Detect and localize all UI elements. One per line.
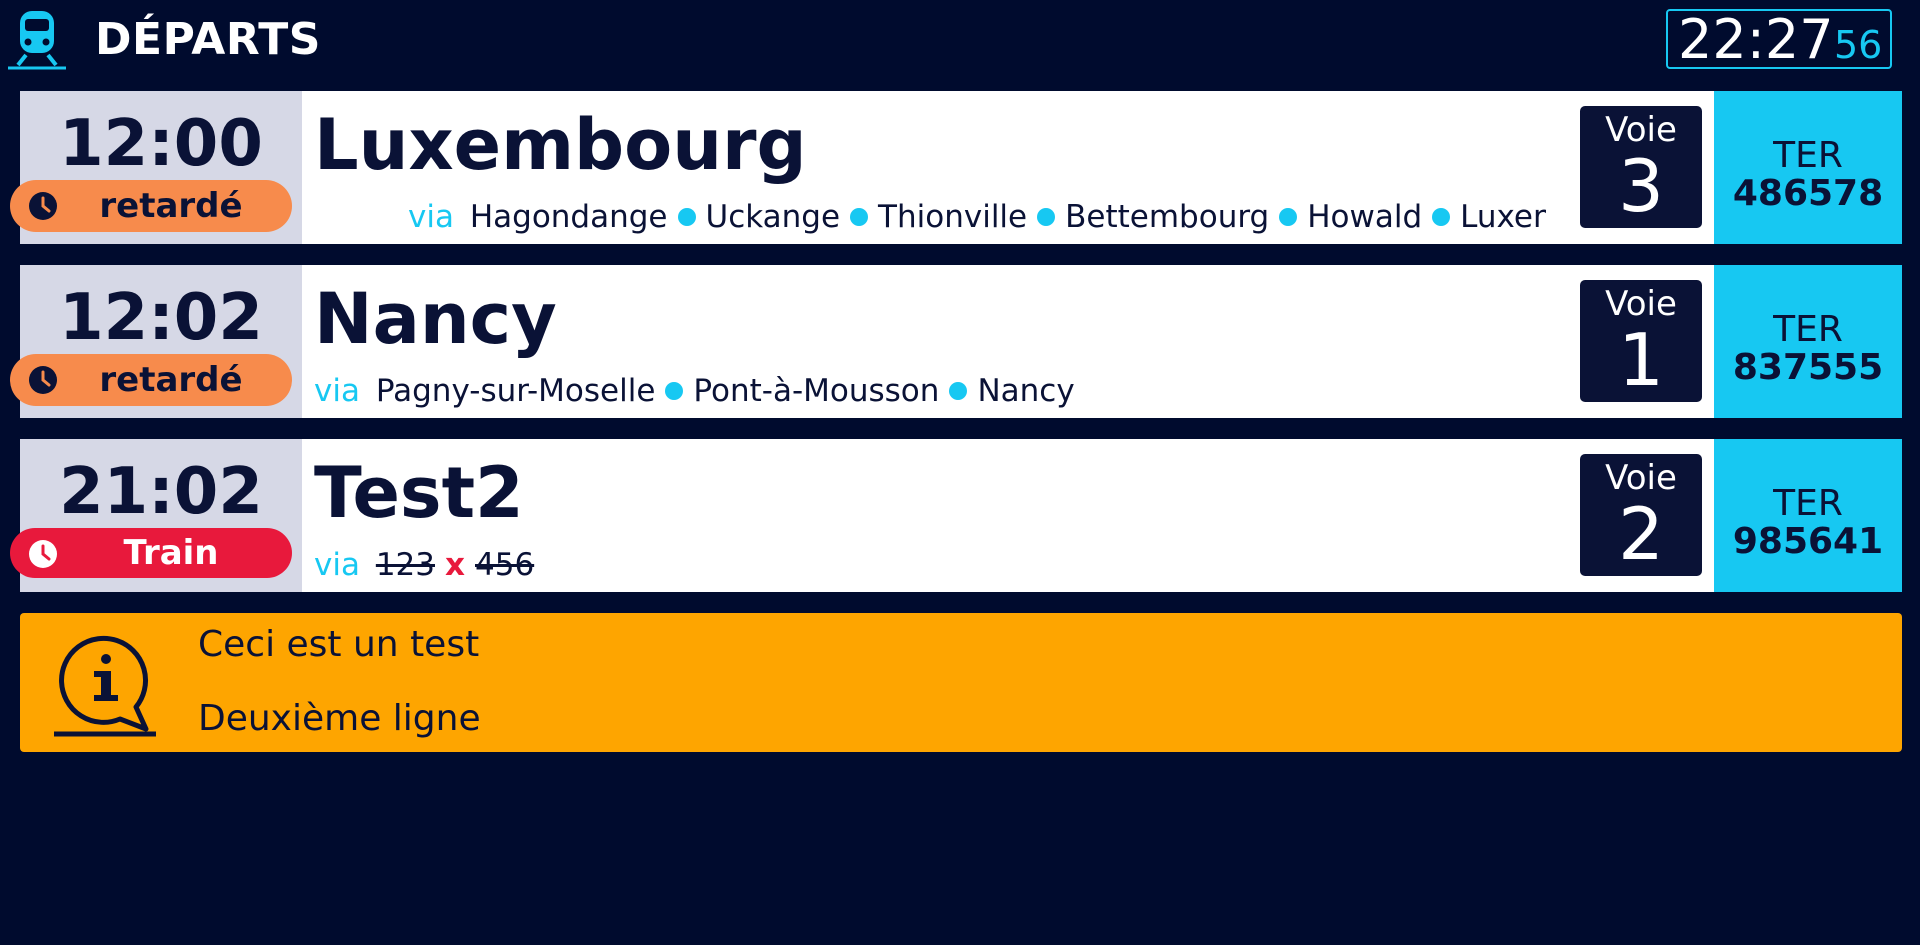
stop-name: Hagondange <box>469 199 668 235</box>
clock: 22:27 56 <box>1666 9 1892 69</box>
departure-row: 12:02 retardé Nancy via Pagny-sur-Mosell… <box>10 265 1902 418</box>
stop-name: Howald <box>1307 199 1423 235</box>
departure-time-cell: 12:00 retardé <box>10 91 302 244</box>
via-label: via <box>314 547 360 583</box>
train-type: TER <box>1773 309 1843 350</box>
train-type: TER <box>1773 483 1843 524</box>
train-number: 837555 <box>1732 347 1884 388</box>
stop-dot-icon <box>949 382 968 400</box>
departure-time: 12:02 <box>59 281 263 355</box>
clock-seconds: 56 <box>1834 23 1883 67</box>
via-stops: via Pagny-sur-Moselle Pont-à-Mousson Nancy <box>314 371 1544 413</box>
stop-name: Luxem <box>1460 199 1546 235</box>
departure-time-cell: 21:02 Train <box>10 439 302 592</box>
status-text: Train <box>123 533 219 573</box>
stop-name: Bettembourg <box>1065 199 1270 235</box>
via-label: via <box>408 199 454 235</box>
stop-dot-icon <box>1432 208 1451 226</box>
status-badge: Train <box>10 528 292 578</box>
departure-row: 21:02 Train Test2 via 123 x 456 Voie 2 TER… <box>10 439 1902 592</box>
cancelled-stop: 123 <box>375 547 435 583</box>
platform-box: Voie 1 <box>1580 280 1702 402</box>
clock-icon <box>29 192 57 220</box>
departures-list: 12:00 retardé Luxembourg via Hagondange U… <box>10 91 1902 613</box>
stop-dot-icon <box>1037 208 1056 226</box>
clock-icon <box>29 540 57 568</box>
departure-row: 12:00 retardé Luxembourg via Hagondange U… <box>10 91 1902 244</box>
stop-dot-icon <box>677 208 696 226</box>
status-text: retardé <box>99 186 243 226</box>
stop-dot-icon <box>850 208 869 226</box>
train-info: TER 985641 <box>1714 439 1902 592</box>
train-number: 985641 <box>1732 521 1884 562</box>
header: DÉPARTS 22:27 56 <box>0 0 1920 80</box>
status-badge: retardé <box>10 180 292 232</box>
destination: Nancy <box>314 278 557 360</box>
via-label: via <box>314 373 360 409</box>
stop-name: Nancy <box>977 373 1075 409</box>
train-info: TER 486578 <box>1714 91 1902 244</box>
platform-number: 1 <box>1618 318 1664 402</box>
destination: Test2 <box>314 452 524 534</box>
clock-icon <box>29 366 57 394</box>
destination: Luxembourg <box>314 104 807 186</box>
stop-name: Pagny-sur-Moselle <box>375 373 656 409</box>
status-badge: retardé <box>10 354 292 406</box>
stop-dot-icon <box>665 382 684 400</box>
platform-number: 2 <box>1618 492 1664 576</box>
train-icon <box>8 11 66 70</box>
via-stops: via 123 x 456 <box>314 545 1544 587</box>
platform-box: Voie 3 <box>1580 106 1702 228</box>
departure-time-cell: 12:02 retardé <box>10 265 302 418</box>
via-stops: via Hagondange Uckange Thionville Bettembou… <box>408 197 1546 239</box>
departure-time: 12:00 <box>59 107 263 181</box>
platform-number: 3 <box>1618 144 1664 228</box>
cancelled-stop: 456 <box>475 547 535 583</box>
stop-name: Thionville <box>878 199 1028 235</box>
stop-name: Uckange <box>705 199 841 235</box>
info-message-line: Ceci est un test <box>198 624 480 665</box>
status-text: retardé <box>99 360 243 400</box>
departure-time: 21:02 <box>59 455 263 529</box>
train-number: 486578 <box>1732 173 1884 214</box>
clock-hours-minutes: 22:27 <box>1678 8 1834 71</box>
page-title: DÉPARTS <box>95 14 321 65</box>
stop-dot-icon <box>1279 208 1298 226</box>
info-speech-bubble-icon <box>54 635 156 737</box>
train-type: TER <box>1773 135 1843 176</box>
train-info: TER 837555 <box>1714 265 1902 418</box>
platform-box: Voie 2 <box>1580 454 1702 576</box>
stop-name: Pont-à-Mousson <box>693 373 940 409</box>
info-message-line: Deuxième ligne <box>198 698 481 739</box>
info-banner: Ceci est un test Deuxième ligne <box>20 613 1902 752</box>
cancel-x-icon: x <box>445 547 465 583</box>
